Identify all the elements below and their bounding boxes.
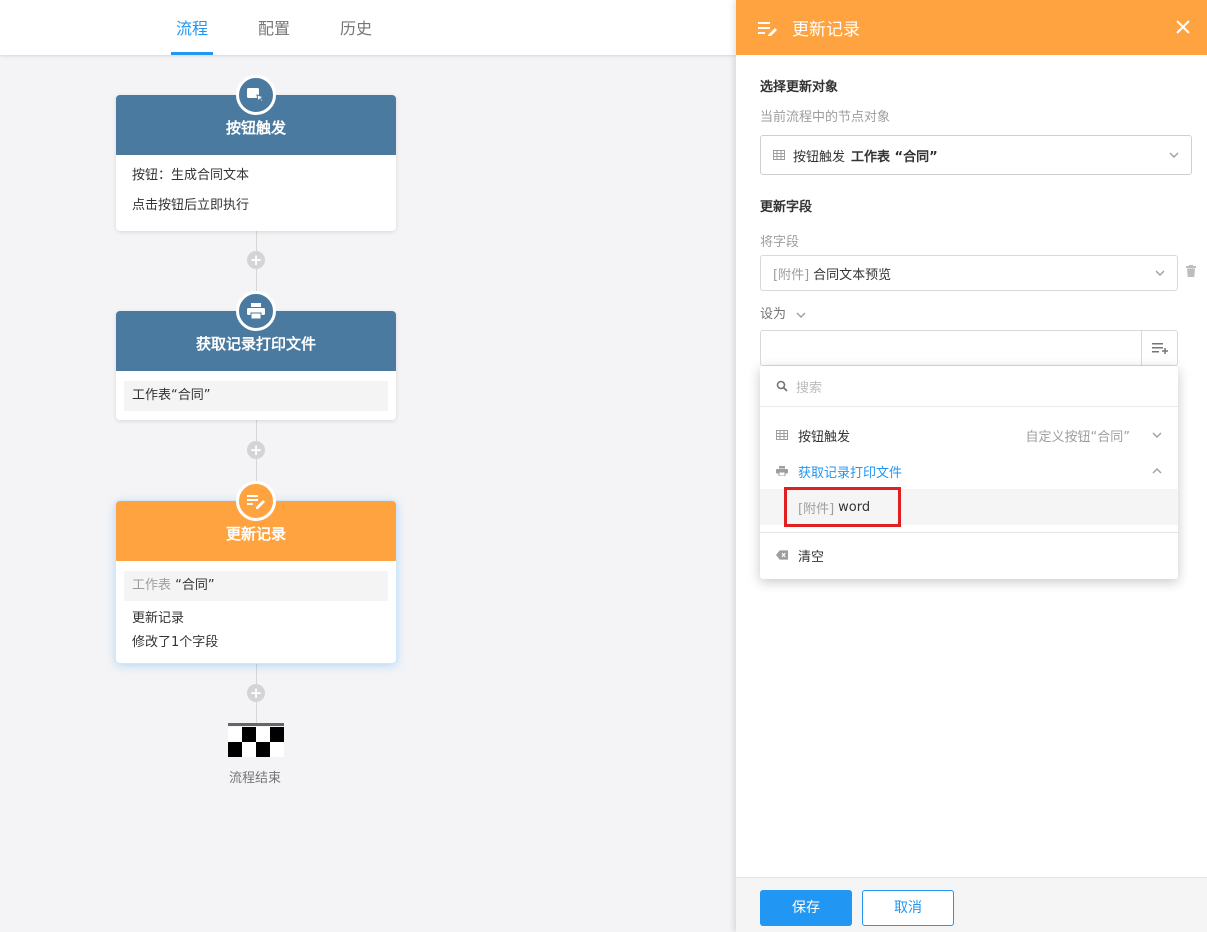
tab-config[interactable]: 配置 [253,0,295,55]
update-record-panel: 更新记录 选择更新对象 当前流程中的节点对象 按钮触发 工作表 “合同” 更新字… [736,0,1207,932]
finish-flag-icon [228,723,284,757]
node-button-trigger[interactable]: 按钮触发 按钮：生成合同文本 点击按钮后立即执行 [116,75,396,231]
field-name: 合同文本预览 [813,267,892,283]
clear-label: 清空 [798,549,825,565]
set-value-input[interactable] [760,330,1142,366]
field-select[interactable]: [附件] 合同文本预览 [760,255,1178,291]
set-to-label: 设为 [760,307,787,322]
flow-end-label: 流程结束 [228,771,281,786]
node-detail: 修改了1个字段 [132,635,219,650]
save-button[interactable]: 保存 [760,890,852,926]
node-sheet: 工作表“合同” [124,381,388,411]
section-title: 选择更新对象 [760,80,839,95]
highlight-box [784,487,901,527]
group-label: 获取记录打印文件 [798,465,903,481]
node-detail: 点击按钮后立即执行 [132,198,250,213]
chevron-up-icon [1152,468,1162,474]
node-detail: 更新记录 [132,611,185,626]
chevron-down-icon [796,312,806,318]
tab-flow[interactable]: 流程 [171,0,213,55]
table-icon [776,430,788,440]
clear-option[interactable]: 清空 [760,537,1178,573]
sheet-name: “合同” [175,578,215,593]
dropdown-search[interactable]: 搜索 [760,366,1178,407]
group-get-print-file[interactable]: 获取记录打印文件 [760,453,1178,489]
printer-icon [236,291,276,331]
top-tab-bar: 流程 配置 历史 [0,0,736,55]
field-label: 将字段 [760,235,800,250]
search-icon [776,380,788,392]
node-get-print-file[interactable]: 获取记录打印文件 工作表“合同” [116,291,396,420]
group-label: 按钮触发 [798,429,851,445]
chevron-down-icon [1155,270,1165,276]
panel-footer: 保存 取消 [736,877,1207,932]
section-subtitle: 当前流程中的节点对象 [760,110,891,125]
search-placeholder: 搜索 [796,380,823,396]
target-node-name: 按钮触发 [793,149,846,165]
cancel-button[interactable]: 取消 [862,890,954,926]
panel-header: 更新记录 [736,0,1207,55]
node-update-record[interactable]: 更新记录 工作表 “合同” 更新记录 修改了1个字段 [116,481,396,663]
flow-canvas: 按钮触发 按钮：生成合同文本 点击按钮后立即执行 + 获取记录打印文件 工作表“… [0,55,736,932]
section-title: 更新字段 [760,200,813,215]
panel-title: 更新记录 [792,20,860,40]
backspace-icon [776,550,788,560]
close-icon[interactable] [1173,17,1193,37]
trash-icon[interactable] [1186,265,1196,277]
group-detail: 自定义按钮“合同” [1025,429,1130,445]
field-picker-dropdown: 搜索 按钮触发 自定义按钮“合同” 获取记录打印文件 [附件] word 清空 [760,366,1178,579]
chevron-down-icon [1152,432,1162,438]
printer-icon [776,466,788,476]
insert-field-icon [1151,343,1168,354]
node-detail: 按钮：生成合同文本 [132,168,250,183]
add-node-button[interactable]: + [247,251,265,269]
group-button-trigger[interactable]: 按钮触发 自定义按钮“合同” [760,417,1178,453]
edit-list-icon [758,21,777,36]
sheet-prefix: 工作表 [132,578,172,593]
insert-field-button[interactable] [1141,330,1178,366]
chevron-down-icon [1169,152,1179,158]
add-node-button[interactable]: + [247,684,265,702]
target-node-select[interactable]: 按钮触发 工作表 “合同” [760,135,1192,175]
tab-history[interactable]: 历史 [335,0,377,55]
node-sheet: 工作表 “合同” [124,571,388,601]
field-type-prefix: [附件] [773,267,810,283]
divider [760,532,1178,533]
set-to-toggle[interactable]: 设为 [760,303,806,322]
table-icon [773,150,785,160]
edit-list-icon [236,481,276,521]
cursor-click-icon [236,75,276,115]
add-node-button[interactable]: + [247,441,265,459]
target-sheet-name: 工作表 “合同” [851,149,938,165]
